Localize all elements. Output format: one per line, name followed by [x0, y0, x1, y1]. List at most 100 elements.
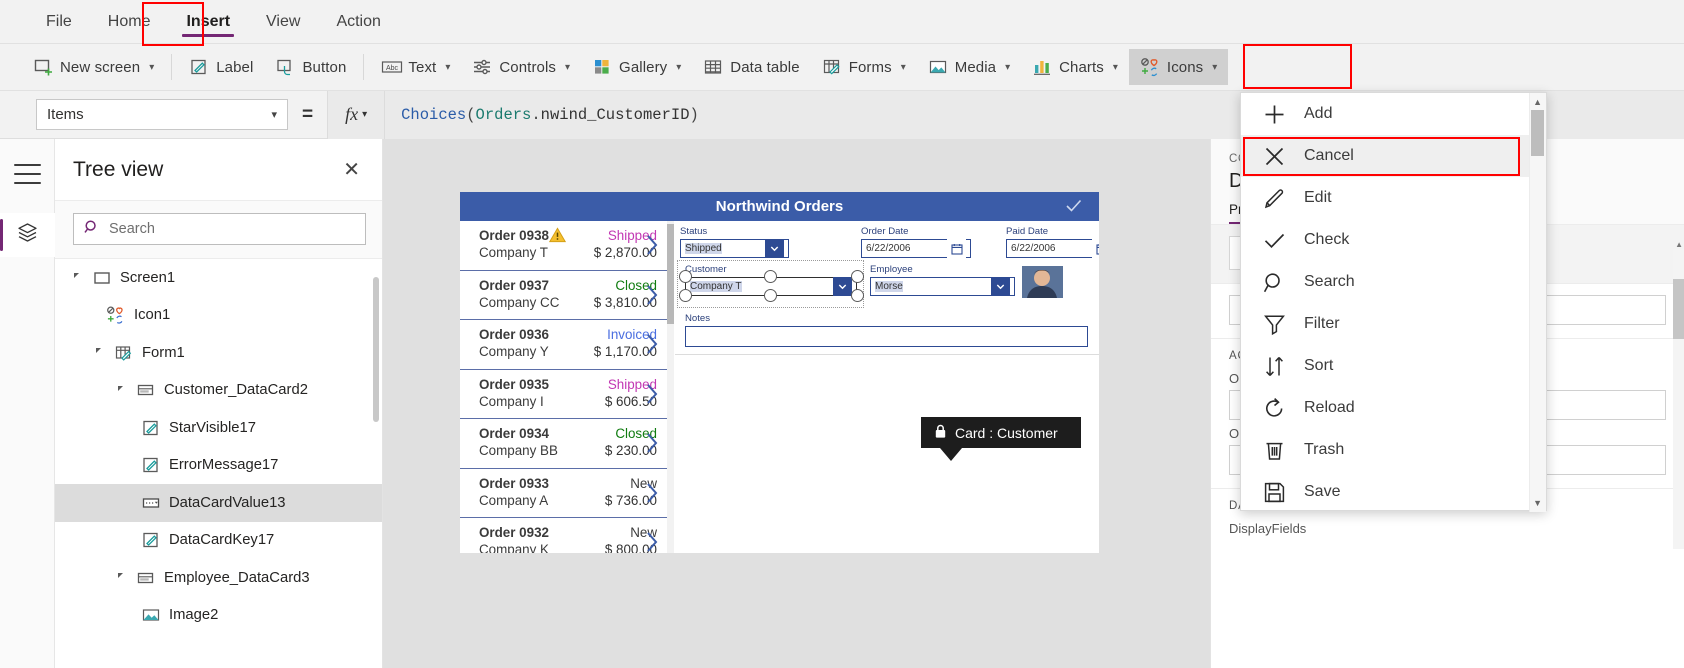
selection-handle-top-left[interactable]	[679, 270, 692, 283]
order-row[interactable]: Order 0937 Company CC Closed $ 3,810.00	[460, 271, 667, 320]
selection-handle-bottom-center[interactable]	[764, 289, 777, 302]
menu-item-insert[interactable]: Insert	[168, 0, 248, 44]
fx-button[interactable]: fx ▾	[327, 90, 386, 139]
employee-combobox[interactable]: Morse	[870, 277, 1015, 296]
ribbon-gallery[interactable]: Gallery ▾	[581, 49, 692, 85]
order-row[interactable]: Order 0933 Company A New $ 736.00	[460, 469, 667, 518]
tree-view-title: Tree view	[73, 157, 164, 181]
ribbon-forms[interactable]: Forms ▾	[811, 49, 917, 85]
tree-view-scrollbar[interactable]	[373, 277, 379, 422]
ribbon-charts[interactable]: Charts ▾	[1021, 49, 1129, 85]
chevron-down-icon[interactable]	[765, 239, 784, 258]
menu-item-search[interactable]: Search	[1241, 261, 1546, 303]
ribbon-controls[interactable]: Controls ▾	[461, 49, 581, 85]
order-row[interactable]: Order 0936 Company Y Invoiced $ 1,170.00	[460, 320, 667, 370]
tree-node-datacardvalue13[interactable]: DataCardValue13	[55, 484, 382, 522]
selection-handle-top-right[interactable]	[851, 270, 864, 283]
formula-token-column: nwind_CustomerID	[540, 105, 690, 124]
chevron-down-icon: ▾	[362, 109, 368, 120]
chevron-expanded-icon[interactable]	[95, 347, 106, 358]
tree-node-datacardkey17[interactable]: DataCardKey17	[55, 522, 382, 560]
hamburger-menu-icon[interactable]	[14, 164, 41, 184]
chevron-down-icon[interactable]	[833, 277, 852, 296]
property-select[interactable]: Items ▾	[36, 99, 288, 130]
menu-item-cancel[interactable]: Cancel	[1241, 135, 1546, 177]
calendar-icon[interactable]	[947, 239, 966, 258]
order-row[interactable]: Order 0934 Company BB Closed $ 230.00	[460, 419, 667, 469]
menu-item-view[interactable]: View	[248, 0, 318, 44]
ribbon-text[interactable]: Abc Text ▾	[370, 49, 461, 85]
close-icon[interactable]: ✕	[335, 156, 368, 184]
check-icon[interactable]	[1064, 196, 1083, 219]
menu-item-check[interactable]: Check	[1241, 219, 1546, 261]
calendar-icon[interactable]	[1092, 239, 1099, 258]
chevron-right-icon[interactable]	[646, 531, 659, 553]
app-title-text: Northwind Orders	[715, 198, 844, 215]
form-icon	[114, 343, 134, 363]
chevron-right-icon[interactable]	[646, 234, 659, 256]
paid-date-input[interactable]: 6/22/2006	[1006, 239, 1099, 258]
scroll-up-icon[interactable]: ▲	[1533, 97, 1542, 107]
order-date-label: Order Date	[861, 226, 909, 237]
layers-icon	[16, 221, 39, 249]
orders-gallery[interactable]: Order 0938 Company T Shipped $ 2,870.00 …	[460, 221, 667, 553]
chevron-right-icon[interactable]	[646, 432, 659, 454]
scroll-up-icon[interactable]: ▲	[1675, 240, 1683, 249]
chevron-expanded-icon[interactable]	[117, 572, 128, 583]
menu-item-trash[interactable]: Trash	[1241, 429, 1546, 471]
orders-scrollbar-thumb[interactable]	[667, 224, 674, 324]
ribbon-label[interactable]: Label	[178, 49, 264, 85]
selection-handle-top-center[interactable]	[764, 270, 777, 283]
tree-node-starvisible17[interactable]: StarVisible17	[55, 409, 382, 447]
ribbon-media[interactable]: Media ▾	[917, 49, 1021, 85]
tree-view-search-input[interactable]: Search	[73, 213, 366, 245]
tree-node-errormessage17[interactable]: ErrorMessage17	[55, 447, 382, 485]
scroll-down-icon[interactable]: ▼	[1533, 498, 1542, 508]
ribbon-icons-button[interactable]: Icons ▾	[1128, 49, 1229, 85]
selection-handle-bottom-right[interactable]	[851, 289, 864, 302]
active-tab-underline	[182, 33, 235, 37]
tree-node-label: Screen1	[120, 269, 176, 286]
search-icon	[1262, 270, 1287, 295]
tree-node-image2[interactable]: Image2	[55, 597, 382, 635]
tree-node-customer-datacard2[interactable]: Customer_DataCard2	[55, 372, 382, 410]
chevron-right-icon[interactable]	[646, 482, 659, 504]
menu-item-filter[interactable]: Filter	[1241, 303, 1546, 345]
ribbon-data-table[interactable]: Data table	[692, 49, 810, 85]
chevron-expanded-icon[interactable]	[117, 385, 128, 396]
menu-item-reload[interactable]: Reload	[1241, 387, 1546, 429]
chevron-right-icon[interactable]	[646, 284, 659, 306]
tree-node-employee-datacard3[interactable]: Employee_DataCard3	[55, 559, 382, 597]
menu-item-sort[interactable]: Sort	[1241, 345, 1546, 387]
ribbon-new-screen[interactable]: New screen ▾	[22, 49, 165, 85]
chevron-expanded-icon[interactable]	[73, 272, 84, 283]
filter-icon	[1262, 312, 1287, 337]
order-row[interactable]: Order 0932 Company K New $ 800.00	[460, 518, 667, 553]
status-dropdown[interactable]: Shipped	[680, 239, 789, 258]
selection-handle-bottom-left[interactable]	[679, 289, 692, 302]
notes-input[interactable]	[685, 326, 1088, 347]
menu-item-save[interactable]: Save	[1241, 471, 1546, 513]
order-row[interactable]: Order 0938 Company T Shipped $ 2,870.00	[460, 221, 667, 271]
order-date-input[interactable]: 6/22/2006	[861, 239, 971, 258]
menu-item-edit[interactable]: Edit	[1241, 177, 1546, 219]
menu-item-file[interactable]: File	[28, 0, 90, 44]
tree-node-form1[interactable]: Form1	[55, 334, 382, 372]
menu-item-add[interactable]: Add	[1241, 93, 1546, 135]
chevron-right-icon[interactable]	[646, 333, 659, 355]
menu-scrollbar-thumb[interactable]	[1531, 110, 1544, 156]
properties-scrollbar-thumb[interactable]	[1673, 279, 1684, 339]
icons-icon	[1140, 57, 1160, 77]
chevron-right-icon[interactable]	[646, 383, 659, 405]
left-rail	[0, 139, 55, 668]
tree-node-screen1[interactable]: Screen1	[55, 259, 382, 297]
rail-item-tree-view[interactable]	[0, 213, 55, 257]
menu-item-home[interactable]: Home	[90, 0, 169, 44]
datacard-icon	[136, 568, 156, 588]
order-row[interactable]: Order 0935 Company I Shipped $ 606.50	[460, 370, 667, 419]
menu-item-action[interactable]: Action	[318, 0, 398, 44]
screen-icon	[92, 268, 112, 288]
tree-node-icon1[interactable]: Icon1	[55, 297, 382, 335]
chevron-down-icon[interactable]	[991, 277, 1010, 296]
ribbon-button[interactable]: Button	[264, 49, 357, 85]
